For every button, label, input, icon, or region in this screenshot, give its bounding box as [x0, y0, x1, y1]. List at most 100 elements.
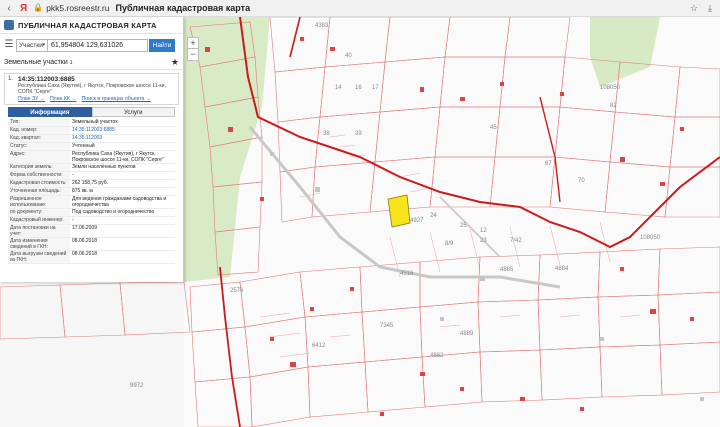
- prop-value-link[interactable]: 14:35:112003: [70, 135, 175, 142]
- prop-row: Разрешенное использование: Для ведения гр…: [8, 196, 175, 209]
- svg-text:39: 39: [355, 131, 362, 137]
- card-address: Республика Саха (Якутия), г Якутск, Покр…: [18, 83, 167, 95]
- svg-text:16: 16: [355, 85, 362, 91]
- back-icon[interactable]: ‹: [2, 1, 16, 15]
- tab-services[interactable]: Услуги: [91, 107, 175, 117]
- svg-text:67: 67: [545, 161, 552, 167]
- svg-text:7/42: 7/42: [510, 238, 522, 244]
- selected-parcel[interactable]: [387, 194, 411, 228]
- prop-row: Тип: Земельный участок: [8, 119, 175, 127]
- yandex-logo[interactable]: Я: [20, 3, 27, 14]
- svg-text:4889: 4889: [460, 331, 474, 337]
- prop-value: 08.06.2018: [72, 251, 98, 257]
- search-row: ☰ Участки ▾ Найти: [0, 36, 183, 54]
- svg-text:14: 14: [335, 85, 342, 91]
- svg-text:25: 25: [460, 223, 467, 229]
- panel-header: ПУБЛИЧНАЯ КАДАСТРОВАЯ КАРТА: [0, 17, 183, 34]
- search-button[interactable]: Найти: [149, 38, 175, 52]
- prop-value: Республика Саха (Якутия), г Якутск, Покр…: [72, 151, 164, 163]
- prop-row: Дата выгрузки сведений из ГКН: 08.06.2018: [8, 251, 175, 264]
- prop-key: Кадастровая стоимость:: [8, 180, 70, 187]
- card-index: 1.: [8, 76, 14, 82]
- prop-value: Для ведения гражданами садоводства и ого…: [72, 196, 167, 208]
- prop-row: Кад. номер: 14:35:112003:6885: [8, 127, 175, 135]
- prop-value: Учтенный: [72, 143, 95, 149]
- section-count: 1: [69, 59, 73, 66]
- svg-text:38: 38: [323, 131, 330, 137]
- zoom-controls: + −: [187, 37, 199, 61]
- search-in-bounds-link[interactable]: Поиск в границах объекта →: [82, 96, 151, 102]
- zoom-out-button[interactable]: −: [187, 49, 199, 61]
- prop-key: Кад. номер:: [8, 127, 70, 134]
- prop-value: 875 кв. м: [72, 188, 93, 194]
- section-header: Земельные участки 1 ★: [0, 56, 183, 70]
- svg-text:24: 24: [430, 213, 437, 219]
- svg-text:4882: 4882: [430, 353, 444, 359]
- prop-value-link[interactable]: 14:35:112003:6885: [70, 127, 175, 134]
- page-title: Публичная кадастровая карта: [115, 3, 251, 13]
- tab-info[interactable]: Информация: [8, 107, 92, 117]
- bookmark-icon[interactable]: ☆: [688, 2, 700, 14]
- prop-row: Дата постановки на учет: 17.06.2009: [8, 225, 175, 238]
- info-panel: ПУБЛИЧНАЯ КАДАСТРОВАЯ КАРТА ☰ Участки ▾ …: [0, 17, 184, 282]
- prop-value: Земли населённых пунктов: [72, 164, 136, 170]
- address-bar-url[interactable]: pkk5.rosreestr.ru: [46, 3, 109, 13]
- prop-key: Тип:: [8, 119, 70, 126]
- prop-key: Разрешенное использование:: [8, 196, 70, 208]
- zoom-in-button[interactable]: +: [187, 37, 199, 49]
- svg-text:12: 12: [480, 228, 487, 234]
- svg-text:4885: 4885: [500, 267, 514, 273]
- svg-text:108050: 108050: [640, 235, 661, 241]
- plan-zu-link[interactable]: План ЗУ →: [18, 96, 45, 102]
- svg-text:8/9: 8/9: [445, 241, 454, 247]
- prop-row: Форма собственности: -: [8, 172, 175, 180]
- svg-text:82: 82: [610, 103, 617, 109]
- star-icon[interactable]: ★: [171, 57, 179, 68]
- prop-key: Дата изменения сведений в ГКН:: [8, 238, 70, 250]
- prop-row: Адрес: Республика Саха (Якутия), г Якутск…: [8, 151, 175, 164]
- prop-value: 262 158,75 руб.: [72, 180, 108, 186]
- prop-value: Земельный участок: [72, 119, 118, 125]
- card-cadastral-number[interactable]: 14:35:112003:6885: [18, 76, 175, 83]
- prop-row: Категория земель: Земли населённых пункто…: [8, 164, 175, 172]
- svg-text:9972: 9972: [130, 383, 144, 389]
- prop-key: Дата постановки на учет:: [8, 225, 70, 237]
- properties-table: Тип: Земельный участок Кад. номер: 14:35:1…: [8, 119, 175, 264]
- svg-text:4927: 4927: [410, 218, 424, 224]
- prop-key: по документу:: [8, 209, 70, 216]
- prop-key: Уточненная площадь:: [8, 188, 70, 195]
- prop-key: Адрес:: [8, 151, 70, 163]
- prop-row: по документу: Под садоводство и огороднич…: [8, 209, 175, 217]
- svg-text:2576: 2576: [230, 288, 244, 294]
- prop-key: Кадастровый инженер:: [8, 217, 70, 224]
- section-title: Земельные участки: [4, 59, 68, 66]
- prop-key: Кад. квартал:: [8, 135, 70, 142]
- svg-text:7345: 7345: [380, 323, 394, 329]
- prop-row: Статус: Учтенный: [8, 143, 175, 151]
- prop-key: Дата выгрузки сведений из ГКН:: [8, 251, 70, 263]
- download-icon[interactable]: ⤓: [704, 2, 716, 14]
- search-input[interactable]: [48, 38, 148, 52]
- prop-key: Статус:: [8, 143, 70, 150]
- prop-row: Дата изменения сведений в ГКН: 08.06.2018: [8, 238, 175, 251]
- browser-toolbar: ‹ Я 🔒 pkk5.rosreestr.ru Публичная кадаст…: [0, 0, 720, 17]
- chevron-down-icon: ▾: [42, 41, 45, 48]
- prop-row: Кад. квартал: 14:35:112003: [8, 135, 175, 143]
- svg-text:23: 23: [480, 238, 487, 244]
- search-type-label: Участки: [19, 41, 43, 49]
- prop-row: Уточненная площадь: 875 кв. м: [8, 188, 175, 196]
- plan-kk-link[interactable]: План КК →: [50, 96, 77, 102]
- prop-value: 08.06.2018: [72, 238, 98, 244]
- svg-text:45: 45: [490, 125, 497, 131]
- menu-icon[interactable]: ☰: [2, 38, 16, 52]
- lock-icon[interactable]: 🔒: [33, 3, 43, 13]
- portal-title: ПУБЛИЧНАЯ КАДАСТРОВАЯ КАРТА: [18, 20, 157, 30]
- svg-text:4516: 4516: [400, 271, 414, 277]
- prop-value: -: [72, 217, 74, 223]
- prop-key: Категория земель:: [8, 164, 70, 171]
- map-label: 4383: [315, 23, 329, 29]
- svg-text:17: 17: [372, 85, 379, 91]
- svg-text:40: 40: [345, 53, 352, 59]
- search-type-select[interactable]: Участки ▾: [16, 38, 48, 52]
- prop-value: -: [72, 172, 74, 178]
